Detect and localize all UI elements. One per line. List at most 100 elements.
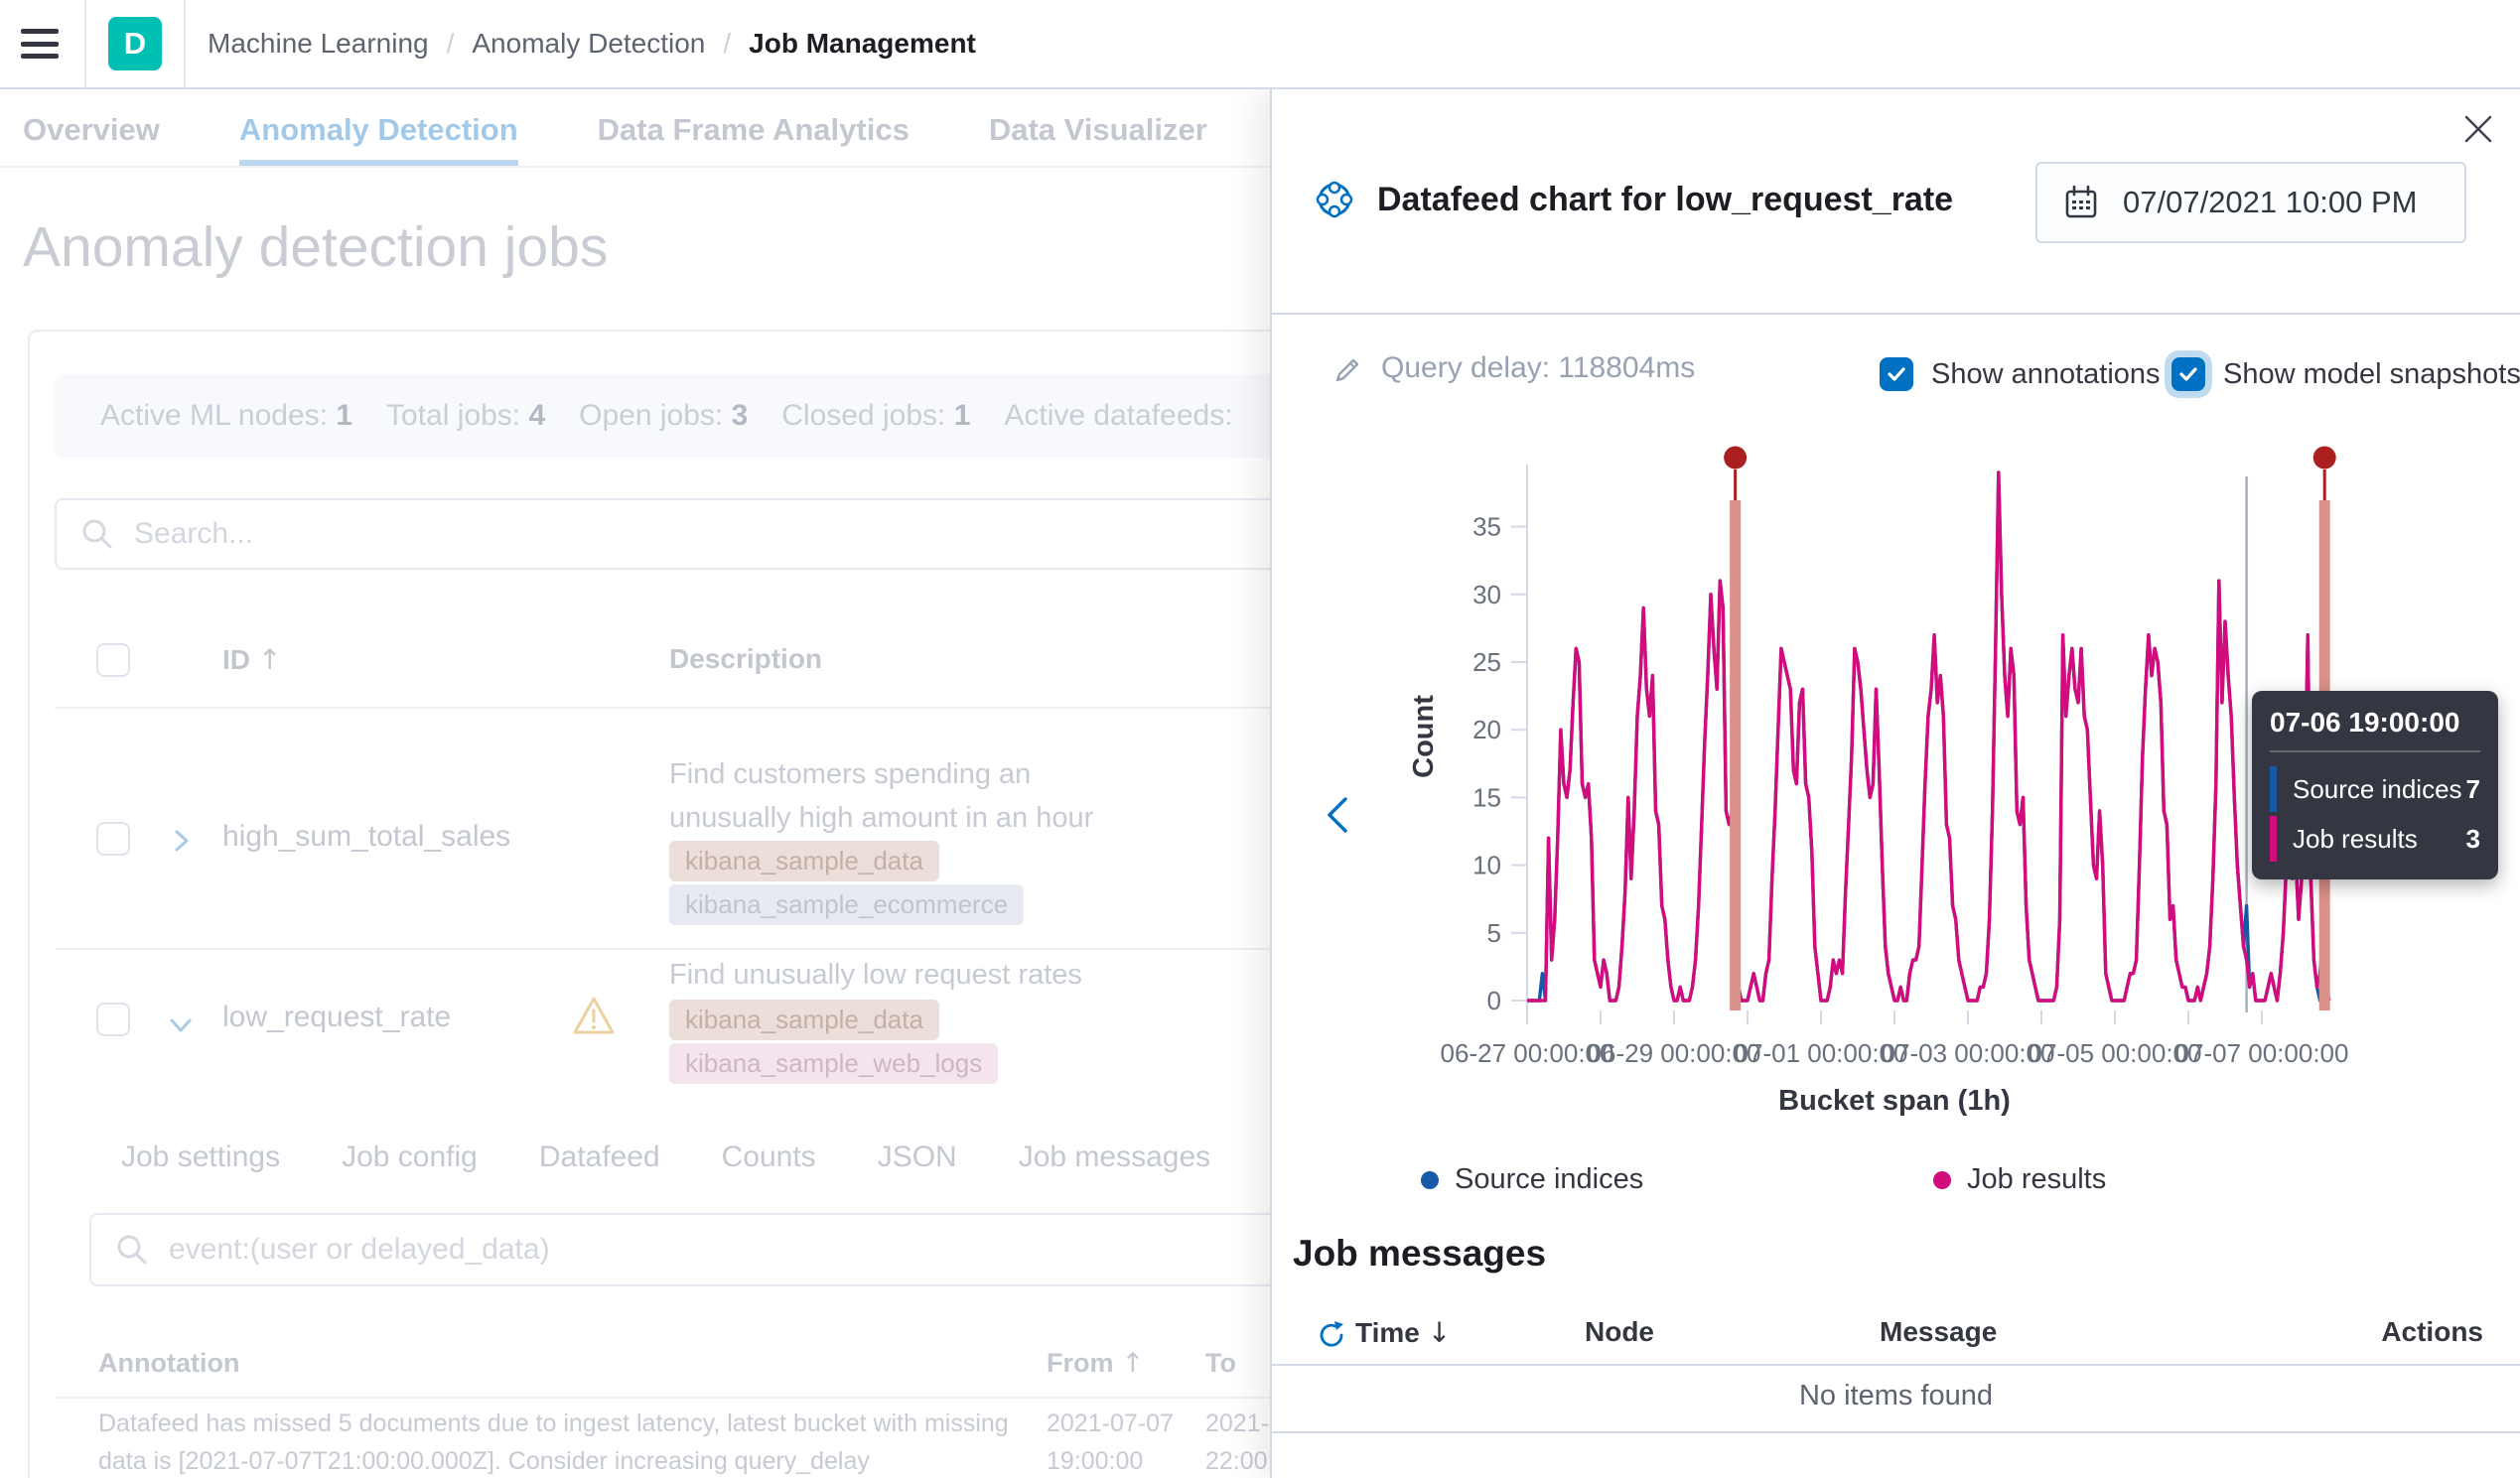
detail-tab-datafeed[interactable]: Datafeed: [539, 1141, 660, 1174]
job-messages-header: Time↓ Node Message Actions: [1272, 1310, 2520, 1362]
breadcrumb-anomaly-detection[interactable]: Anomaly Detection: [472, 28, 705, 60]
flyout-title: Datafeed chart for low_request_rate: [1377, 181, 1953, 219]
tooltip-title: 07-06 19:00:00: [2270, 707, 2480, 752]
column-description: Description: [669, 643, 822, 675]
index-badge: kibana_sample_data: [669, 1000, 939, 1040]
svg-text:15: 15: [1472, 782, 1501, 812]
svg-text:07-07 00:00:00: 07-07 00:00:00: [2175, 1038, 2349, 1068]
breadcrumb-separator: /: [447, 28, 455, 60]
breadcrumb-machine-learning[interactable]: Machine Learning: [208, 28, 429, 60]
job-description: Find unusually low request rates: [669, 959, 1082, 992]
app-header: D Machine Learning / Anomaly Detection /…: [0, 0, 2520, 89]
stat-item: Open jobs: 3: [579, 399, 748, 433]
tab-overview[interactable]: Overview: [23, 96, 160, 166]
legend-source-indices[interactable]: Source indices: [1421, 1163, 1643, 1196]
breadcrumb-job-management: Job Management: [749, 28, 976, 60]
sort-asc-icon: ↑: [258, 643, 281, 676]
flyout-header: Datafeed chart for low_request_rate: [1312, 177, 1953, 222]
checkbox-label: Show model snapshots: [2223, 358, 2520, 391]
table-border: [1272, 1364, 2520, 1366]
show-annotations-checkbox[interactable]: Show annotations: [1880, 357, 2161, 391]
breadcrumb-separator: /: [723, 28, 731, 60]
menu-icon[interactable]: [21, 29, 59, 59]
collapse-chevron-icon[interactable]: [1320, 789, 1355, 841]
jobs-table-header: ID↑ Description Processed records: [30, 629, 1440, 709]
stat-item: Active ML nodes: 1: [100, 399, 352, 433]
detail-tab-job-messages[interactable]: Job messages: [1019, 1141, 1210, 1174]
annotation-text: Datafeed has missed 5 documents due to i…: [98, 1410, 1009, 1438]
job-id[interactable]: low_request_rate: [222, 1001, 451, 1034]
show-model-snapshots-checkbox[interactable]: Show model snapshots: [2171, 357, 2520, 391]
header-divider: [184, 0, 186, 88]
header-divider: [84, 0, 86, 88]
breadcrumb: Machine Learning / Anomaly Detection / J…: [208, 28, 976, 60]
index-badge: kibana_sample_web_logs: [669, 1043, 998, 1084]
legend-dot-icon: [1933, 1171, 1951, 1189]
sort-asc-icon: ↑: [1122, 1348, 1145, 1379]
legend-dot-icon: [1421, 1171, 1439, 1189]
query-delay-text: Query delay: 118804ms: [1381, 351, 1695, 385]
svg-text:10: 10: [1472, 851, 1501, 880]
column-to: To: [1205, 1348, 1236, 1379]
column-message: Message: [1880, 1316, 1997, 1348]
svg-text:20: 20: [1472, 715, 1501, 744]
search-icon: [80, 517, 114, 551]
datafeed-chart-flyout: Datafeed chart for low_request_rate 07/0…: [1270, 89, 2520, 1478]
svg-text:Bucket span (1h): Bucket span (1h): [1778, 1085, 2011, 1117]
svg-text:Count: Count: [1408, 695, 1440, 778]
refresh-icon[interactable]: [1317, 1320, 1346, 1350]
deployment-logo[interactable]: D: [108, 17, 162, 70]
query-delay[interactable]: Query delay: 118804ms: [1333, 351, 1695, 385]
ml-tabs: Overview Anomaly Detection Data Frame Anal…: [0, 96, 1270, 168]
svg-text:0: 0: [1487, 986, 1501, 1015]
date-picker-value: 07/07/2021 10:00 PM: [2123, 185, 2417, 220]
column-from[interactable]: From↑: [1047, 1348, 1144, 1379]
flyout-divider: [1272, 313, 2520, 315]
detail-tab-job-settings[interactable]: Job settings: [121, 1141, 280, 1174]
index-badge: kibana_sample_ecommerce: [669, 884, 1024, 925]
sort-desc-icon: ↓: [1428, 1316, 1451, 1349]
job-description: Find customers spending an: [669, 758, 1031, 791]
column-time[interactable]: Time↓: [1355, 1316, 1451, 1349]
checkbox-checked-icon: [2171, 357, 2205, 391]
checkbox-checked-icon: [1880, 357, 1913, 391]
column-actions: Actions: [2381, 1316, 2483, 1348]
job-id[interactable]: high_sum_total_sales: [222, 820, 510, 854]
table-border: [1272, 1431, 2520, 1433]
series-color-bar: [2270, 766, 2277, 812]
column-annotation: Annotation: [98, 1348, 239, 1379]
select-all-checkbox[interactable]: [96, 643, 130, 677]
warning-icon: [572, 995, 616, 1036]
detail-tab-counts[interactable]: Counts: [722, 1141, 816, 1174]
chevron-right-icon[interactable]: [166, 826, 196, 856]
chevron-down-icon[interactable]: [166, 1010, 196, 1040]
column-id[interactable]: ID↑: [222, 643, 281, 676]
checkbox-label: Show annotations: [1931, 358, 2161, 391]
close-icon[interactable]: [2456, 107, 2500, 151]
job-details-tabs: Job settings Job config Datafeed Counts JSON…: [121, 1141, 1210, 1174]
calendar-icon: [2063, 185, 2099, 220]
tab-data-visualizer[interactable]: Data Visualizer: [989, 96, 1207, 166]
detail-tab-job-config[interactable]: Job config: [342, 1141, 478, 1174]
date-picker[interactable]: 07/07/2021 10:00 PM: [2035, 162, 2466, 243]
annotation-from: 2021-07-07: [1047, 1410, 1174, 1438]
annotation-from: 19:00:00: [1047, 1447, 1143, 1476]
detail-tab-json[interactable]: JSON: [878, 1141, 957, 1174]
svg-text:5: 5: [1487, 918, 1501, 948]
stat-item: Total jobs: 4: [386, 399, 545, 433]
row-checkbox[interactable]: [96, 1003, 130, 1036]
page-title: Anomaly detection jobs: [23, 214, 608, 280]
svg-text:35: 35: [1472, 512, 1501, 542]
datafeed-icon: [1312, 177, 1357, 222]
stat-item: Active datafeeds:: [1004, 399, 1232, 433]
legend-job-results[interactable]: Job results: [1933, 1163, 2106, 1196]
row-checkbox[interactable]: [96, 822, 130, 856]
tooltip-row: Source indices 7: [2270, 766, 2480, 812]
svg-text:25: 25: [1472, 647, 1501, 677]
chart-tooltip: 07-06 19:00:00 Source indices 7 Job resu…: [2252, 691, 2498, 879]
job-description: unusually high amount in an hour: [669, 802, 1093, 835]
stat-item: Closed jobs: 1: [781, 399, 970, 433]
tab-data-frame-analytics[interactable]: Data Frame Analytics: [598, 96, 910, 166]
tab-anomaly-detection[interactable]: Anomaly Detection: [239, 96, 518, 166]
job-messages-heading: Job messages: [1293, 1233, 1546, 1275]
